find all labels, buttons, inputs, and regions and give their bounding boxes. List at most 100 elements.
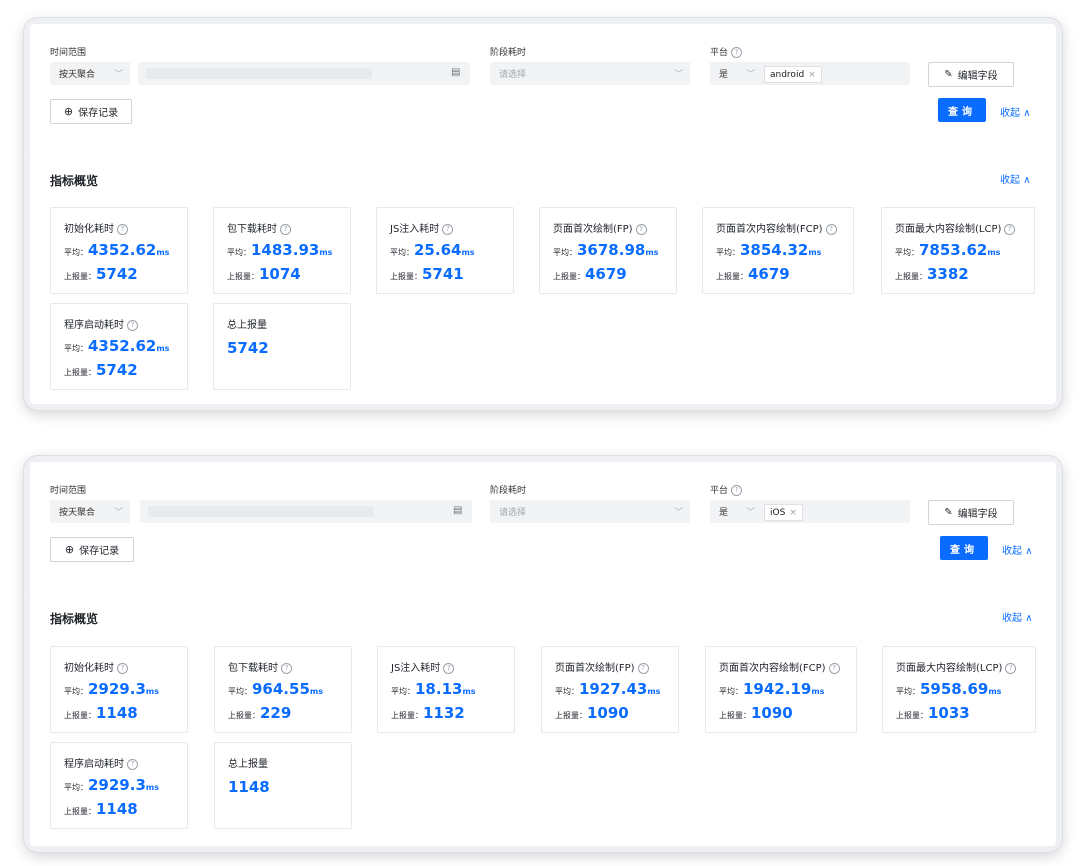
metric-avg: 平均：3854.32ms <box>716 241 822 259</box>
stage-label: 阶段耗时 <box>490 48 527 58</box>
metric-card-download: 包下载耗时? 平均：964.55ms 上报量：229 <box>214 646 352 733</box>
stage-placeholder: 请选择 <box>499 70 527 80</box>
metric-name: 程序启动耗时? <box>64 755 138 770</box>
platform-operator[interactable]: 是 <box>719 505 728 518</box>
metrics-section: 指标概览 收起 ∧ 初始化耗时? 平均：4352.62ms 上报量：5742 包… <box>30 152 1056 404</box>
pencil-icon: ✎ <box>944 69 953 80</box>
collapse-link[interactable]: 收起 ∧ <box>1002 609 1033 624</box>
platform-tag[interactable]: iOS × <box>764 504 803 521</box>
metric-card-total: 总上报量 5742 <box>213 303 351 390</box>
metric-avg: 平均：7853.62ms <box>895 241 1001 259</box>
date-range-input[interactable]: ▤ <box>140 500 472 523</box>
metric-name: 初始化耗时? <box>64 659 128 674</box>
date-range-input[interactable]: ▤ <box>138 62 470 85</box>
chevron-up-icon: ∧ <box>1023 108 1031 119</box>
total-label: 总上报量 <box>228 759 268 770</box>
panel-ios: 时间范围 按天聚合 ﹀ ▤ 阶段耗时 请选择 ﹀ 平台? 是 ﹀ iOS × ✎ 编… <box>24 456 1062 852</box>
metric-avg: 平均：1927.43ms <box>555 680 661 698</box>
metric-name: 包下载耗时? <box>227 220 291 235</box>
collapse-link[interactable]: 收起 ∧ <box>1000 171 1031 186</box>
help-icon[interactable]: ? <box>828 662 840 674</box>
help-icon[interactable]: ? <box>281 662 292 674</box>
help-icon[interactable]: ? <box>731 485 743 496</box>
metric-card-fcp: 页面首次内容绘制(FCP)? 平均：3854.32ms 上报量：4679 <box>702 207 854 294</box>
save-record-button[interactable]: ⊕ 保存记录 <box>50 99 132 124</box>
metric-avg: 平均：2929.3ms <box>64 680 159 698</box>
query-button[interactable]: 查询 <box>938 98 986 122</box>
stage-select[interactable]: 请选择 ﹀ <box>490 62 690 85</box>
chevron-down-icon: ﹀ <box>674 70 684 80</box>
help-icon[interactable]: ? <box>280 223 291 235</box>
metric-card-startup: 程序启动耗时? 平均：4352.62ms 上报量：5742 <box>50 303 188 390</box>
metric-avg: 平均：964.55ms <box>228 680 323 698</box>
metric-count: 上报量：5742 <box>64 361 138 379</box>
metric-card-fp: 页面首次绘制(FP)? 平均：3678.98ms 上报量：4679 <box>539 207 677 294</box>
platform-filter[interactable]: 是 ﹀ android × <box>710 62 910 85</box>
metric-name: 页面首次绘制(FP)? <box>553 220 647 235</box>
collapse-link[interactable]: 收起 ∧ <box>1002 542 1033 557</box>
help-icon[interactable]: ? <box>127 319 138 331</box>
calendar-icon[interactable]: ▤ <box>451 67 460 78</box>
metric-card-js-inject: JS注入耗时? 平均：25.64ms 上报量：5741 <box>376 207 514 294</box>
help-icon[interactable]: ? <box>1004 223 1016 235</box>
platform-operator[interactable]: 是 <box>719 67 728 80</box>
chevron-up-icon: ∧ <box>1023 175 1031 186</box>
plus-circle-icon: ⊕ <box>64 543 75 556</box>
aggregate-value: 按天聚合 <box>59 508 96 518</box>
metric-count: 上报量：1132 <box>391 704 465 722</box>
edit-fields-button[interactable]: ✎ 编辑字段 <box>928 500 1014 525</box>
stage-select[interactable]: 请选择 ﹀ <box>490 500 690 523</box>
aggregate-value: 按天聚合 <box>59 70 96 80</box>
save-record-button[interactable]: ⊕ 保存记录 <box>50 537 134 562</box>
metric-name: 初始化耗时? <box>64 220 128 235</box>
help-icon[interactable]: ? <box>1005 662 1017 674</box>
platform-filter[interactable]: 是 ﹀ iOS × <box>710 500 910 523</box>
plus-circle-icon: ⊕ <box>63 105 74 118</box>
calendar-icon[interactable]: ▤ <box>453 505 462 516</box>
help-icon[interactable]: ? <box>442 223 454 235</box>
help-icon[interactable]: ? <box>825 223 837 235</box>
chevron-down-icon: ﹀ <box>114 508 124 518</box>
metric-count: 上报量：1090 <box>719 704 793 722</box>
metric-avg: 平均：18.13ms <box>391 680 476 698</box>
metric-avg: 平均：3678.98ms <box>553 241 659 259</box>
metric-card-startup: 程序启动耗时? 平均：2929.3ms 上报量：1148 <box>50 742 188 829</box>
metric-card-lcp: 页面最大内容绘制(LCP)? 平均：5958.69ms 上报量：1033 <box>882 646 1036 733</box>
metric-card-lcp: 页面最大内容绘制(LCP)? 平均：7853.62ms 上报量：3382 <box>881 207 1035 294</box>
platform-label: 平台? <box>710 483 743 496</box>
chevron-up-icon: ∧ <box>1025 613 1033 624</box>
metric-name: 包下载耗时? <box>228 659 292 674</box>
metric-name: JS注入耗时? <box>391 659 455 674</box>
metric-card-js-inject: JS注入耗时? 平均：18.13ms 上报量：1132 <box>377 646 515 733</box>
collapse-link[interactable]: 收起 ∧ <box>1000 104 1031 119</box>
help-icon[interactable]: ? <box>731 47 743 58</box>
metric-avg: 平均：1483.93ms <box>227 241 333 259</box>
metric-count: 上报量：3382 <box>895 265 969 283</box>
metric-count: 上报量：4679 <box>716 265 790 283</box>
help-icon[interactable]: ? <box>117 662 128 674</box>
metric-card-init: 初始化耗时? 平均：4352.62ms 上报量：5742 <box>50 207 188 294</box>
metric-avg: 平均：2929.3ms <box>64 776 159 794</box>
help-icon[interactable]: ? <box>637 662 649 674</box>
metric-name: JS注入耗时? <box>390 220 454 235</box>
platform-tag[interactable]: android × <box>764 66 822 83</box>
metric-name: 页面最大内容绘制(LCP)? <box>896 659 1017 674</box>
edit-fields-button[interactable]: ✎ 编辑字段 <box>928 62 1014 87</box>
help-icon[interactable]: ? <box>117 223 128 235</box>
metric-count: 上报量：1033 <box>896 704 970 722</box>
metrics-section: 指标概览 收起 ∧ 初始化耗时? 平均：2929.3ms 上报量：1148 包下… <box>30 590 1056 846</box>
close-icon[interactable]: × <box>808 70 816 80</box>
aggregate-select[interactable]: 按天聚合 ﹀ <box>50 500 130 523</box>
help-icon[interactable]: ? <box>443 662 455 674</box>
metric-avg: 平均：1942.19ms <box>719 680 825 698</box>
help-icon[interactable]: ? <box>635 223 647 235</box>
close-icon[interactable]: × <box>789 508 797 518</box>
metric-name: 页面首次内容绘制(FCP)? <box>719 659 840 674</box>
aggregate-select[interactable]: 按天聚合 ﹀ <box>50 62 130 85</box>
metric-name: 页面首次内容绘制(FCP)? <box>716 220 837 235</box>
query-button[interactable]: 查询 <box>940 536 988 560</box>
metric-avg: 平均：4352.62ms <box>64 241 170 259</box>
metric-count: 上报量：1148 <box>64 704 138 722</box>
metrics-title: 指标概览 <box>50 174 99 188</box>
help-icon[interactable]: ? <box>127 758 138 770</box>
